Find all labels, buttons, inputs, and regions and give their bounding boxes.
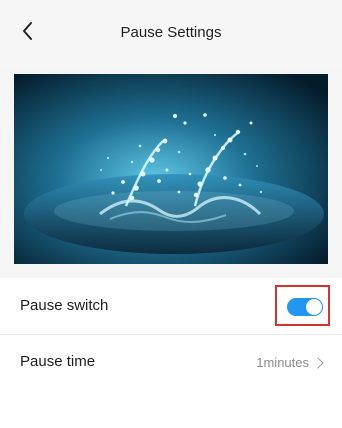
pause-switch-toggle[interactable] <box>287 298 323 316</box>
preview-image <box>14 74 328 264</box>
toggle-knob <box>306 299 322 315</box>
pause-time-value-group[interactable]: 1minutes <box>256 355 324 370</box>
chevron-right-icon <box>312 356 324 369</box>
page-title: Pause Settings <box>120 24 222 41</box>
pause-switch-label: Pause switch <box>20 297 109 314</box>
pause-time-row[interactable]: Pause time 1minutes <box>0 335 342 389</box>
pause-switch-row: Pause switch <box>0 278 342 335</box>
pause-time-value: 1minutes <box>256 355 309 370</box>
top-bar: Pause Settings <box>0 0 342 66</box>
settings-list: Pause switch Pause time 1minutes <box>0 278 342 428</box>
switch-highlight-box <box>275 285 330 326</box>
app-screen: Pause Settings Pause switch Pause time 1… <box>0 0 342 428</box>
pause-time-label: Pause time <box>20 353 96 370</box>
